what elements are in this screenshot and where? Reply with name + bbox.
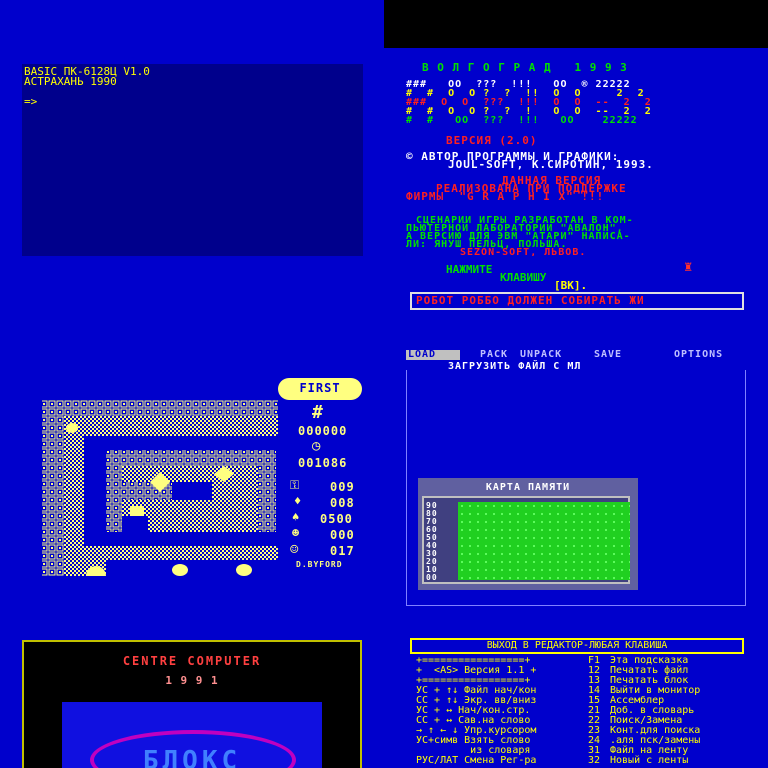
robbo-title-tile-bottom: НАЖМИТЕ КЛАВИШУ [ВК]. ♜ РОБОТ РОББО ДОЛЖ… [384,256,768,316]
press-key-hint: [ВК]. [554,279,588,292]
counter-gems: 008 [330,496,355,510]
top-border [384,0,768,48]
logo-text: БЛОКС [142,746,242,768]
maze-board [42,400,278,576]
drop-icon: ♦ [294,494,302,508]
robbo-logo-line: # # OO ??? !!! OO 22222 [406,115,638,126]
score-value: 000000 [298,424,348,438]
centre-year: 1 9 9 1 [165,674,219,687]
menu-options[interactable]: OPTIONS [674,350,723,360]
help-description: Новый с ленты [610,755,689,766]
editor-help-tile: ВЫХОД В РЕДАКТОР-ЛЮБАЯ КЛАВИША +========… [384,636,768,768]
menu-save[interactable]: SAVE [594,350,622,360]
menu-unpack[interactable]: UNPACK [520,350,562,360]
menu-load[interactable]: LOAD [406,350,460,360]
robbo-author-names: JOUL-SOFT, К.СИРОТИН, 1993. [448,158,654,171]
packer-tile: LOAD PACK UNPACK SAVE OPTIONS ЗАГРУЗИТЬ … [384,346,768,608]
counter-bonus: 0500 [320,512,353,526]
basic-screen-tile: BASIC ПК-6128Ц V1.0 АСТРАХАНЬ 1990 => [0,0,384,256]
centre-computer-tile: CENTRE COMPUTER 1 9 9 1 БЛОКС [0,624,384,768]
clock-icon: ◷ [312,438,321,454]
basic-screen: BASIC ПК-6128Ц V1.0 АСТРАХАНЬ 1990 => [22,64,363,256]
level-badge-label: FIRST [299,381,341,395]
hash-icon: # [312,402,324,423]
memory-map-title: КАРТА ПАМЯТИ [485,482,571,493]
basic-prompt[interactable]: => [24,96,37,107]
help-row: РУС/ЛАТ Смена Рег-ра 32 Новый с ленты [416,756,746,766]
help-header: ВЫХОД В РЕДАКТОР-ЛЮБАЯ КЛАВИША [486,640,668,651]
time-value: 001086 [298,456,348,470]
menu-pack[interactable]: PACK [480,350,508,360]
memory-map-panel: КАРТА ПАМЯТИ 90 80 70 60 50 40 30 20 10 … [418,478,638,590]
robot-icon: ☺ [290,542,299,558]
counter-lives: 000 [330,528,355,542]
help-fkey: 32 [588,755,601,766]
row-label: 00 [426,573,438,582]
counter-keys: 009 [330,480,355,494]
counter-level: 017 [330,544,355,558]
basic-location: АСТРАХАНЬ 1990 [24,75,117,88]
help-list: +=================+ F1 Эта подсказка + <AS>… [416,656,746,766]
memory-map-grid [458,502,630,580]
help-header-box: ВЫХОД В РЕДАКТОР-ЛЮБАЯ КЛАВИША [410,638,744,654]
scroll-ticker-text: РОБОТ РОББО ДОЛЖЕН СОБИРАТЬ ЖИ [416,294,645,307]
level-badge: FIRST [278,378,362,400]
status-text: ЗАГРУЗИТЬ ФАЙЛ С МЛ [448,361,582,372]
press-key-hint: НАЖМИТЕ [446,263,493,276]
key-icon: ⚿ [290,478,300,492]
scroll-ticker: РОБОТ РОББО ДОЛЖЕН СОБИРАТЬ ЖИ [410,292,744,310]
robbo-scenario: SEZON-SOFT, ЛЬВОВ. [460,247,587,256]
bottle-icon: ♠ [292,510,300,524]
memory-row-labels: 90 80 70 60 50 40 30 20 10 00 [426,502,438,582]
robbo-sponsor: ФИРМЫ "G R A P H I X" !!! [406,190,605,203]
maze-game-tile: FIRST # 000000 ◷ 001086 ⚿ 009 ♦ 008 ♠ 05… [0,320,384,620]
centre-title: CENTRE COMPUTER [122,654,262,668]
help-key-combo: РУС/ЛАТ Смена Рег-ра [416,755,537,766]
author-credit: D.BYFORD [296,560,343,569]
robbo-title-tile: В О Л Г О Г Р А Д 1 9 9 3 ### OO ??? !!!… [384,0,768,256]
lives-icon: ☻ [292,526,300,540]
press-key-hint: КЛАВИШУ [500,271,547,284]
robbo-version: ВЕРСИЯ (2.0) [446,134,538,147]
robot-icon: ♜ [684,259,693,275]
robbo-city-title: В О Л Г О Г Р А Д 1 9 9 3 [422,61,628,74]
